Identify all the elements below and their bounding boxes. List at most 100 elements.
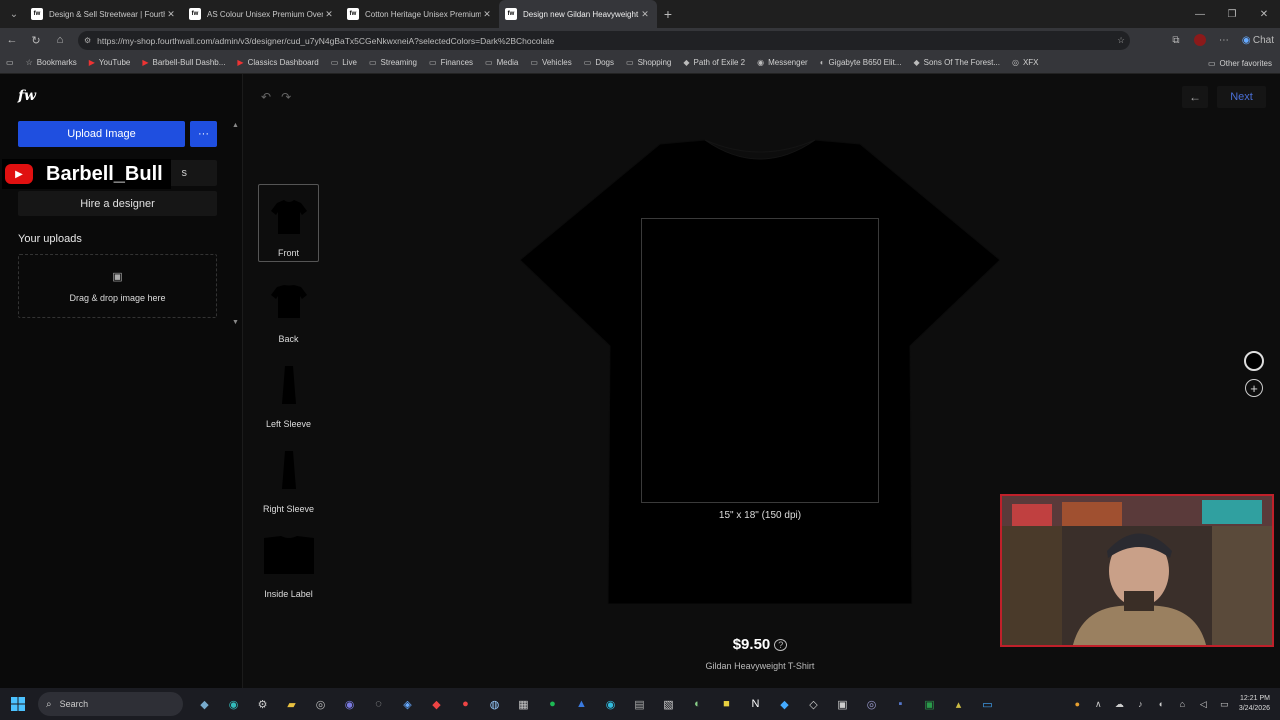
bookmark-item[interactable]: ◉ Messenger bbox=[751, 52, 814, 73]
scroll-up-icon[interactable]: ▲ bbox=[232, 122, 239, 129]
cloud-icon[interactable]: ☁ bbox=[1109, 699, 1130, 710]
bookmark-item[interactable]: ▭ Vehicles bbox=[524, 52, 577, 73]
microphone-icon[interactable]: ♪ bbox=[1130, 699, 1151, 709]
app-icon[interactable]: ◎ bbox=[306, 698, 335, 711]
menu-icon[interactable]: ⋯ bbox=[1212, 35, 1236, 46]
browser-tab[interactable]: fw Design new Gildan Heavyweight T- ✕ bbox=[499, 0, 657, 28]
scroll-down-icon[interactable]: ▼ bbox=[232, 319, 239, 326]
bookmark-item[interactable]: ◎ XFX bbox=[1006, 52, 1045, 73]
url-input[interactable]: ⚙ https://my-shop.fourthwall.com/admin/v… bbox=[78, 31, 1130, 50]
view-front[interactable]: Front bbox=[258, 184, 319, 262]
profile-avatar[interactable] bbox=[1193, 34, 1206, 46]
close-tab-icon[interactable]: ✕ bbox=[481, 9, 493, 20]
info-icon[interactable]: ? bbox=[774, 639, 788, 652]
app-icon[interactable]: Ν bbox=[741, 698, 770, 710]
view-right-sleeve[interactable]: Right Sleeve bbox=[258, 439, 319, 517]
bookmark-item[interactable]: ◆ Sons Of The Forest... bbox=[907, 52, 1005, 73]
copilot-chat-button[interactable]: ◉ Chat bbox=[1236, 35, 1280, 46]
print-area[interactable] bbox=[641, 218, 879, 503]
bookmark-item[interactable]: ◆ Path of Exile 2 bbox=[677, 52, 751, 73]
more-options-icon[interactable]: ··· bbox=[190, 121, 217, 147]
reload-icon[interactable]: ↻ bbox=[24, 28, 48, 52]
browser-tab[interactable]: fw Design & Sell Streetwear | Fourthw ✕ bbox=[25, 0, 183, 28]
other-favorites[interactable]: ▭ Other favorites bbox=[1208, 52, 1280, 73]
app-icon[interactable]: ◇ bbox=[799, 698, 828, 711]
bookmark-item[interactable]: ◐ Gigabyte B650 Elit... bbox=[814, 52, 908, 73]
undo-icon[interactable]: ↶ bbox=[261, 90, 271, 104]
color-swatch-selected[interactable] bbox=[1244, 351, 1264, 371]
site-info-icon[interactable]: ⚙ bbox=[84, 36, 91, 45]
view-left-sleeve[interactable]: Left Sleeve bbox=[258, 354, 319, 432]
bookmark-item[interactable]: ▭ Streaming bbox=[363, 52, 423, 73]
app-icon[interactable]: ▧ bbox=[654, 698, 683, 711]
clock[interactable]: 12:21 PM 3/24/2026 bbox=[1235, 694, 1280, 714]
hire-designer-button[interactable]: Hire a designer bbox=[18, 191, 217, 216]
bookmark-item[interactable]: ▭ Media bbox=[479, 52, 524, 73]
app-icon[interactable]: ◆ bbox=[422, 698, 451, 711]
close-tab-icon[interactable]: ✕ bbox=[323, 9, 335, 20]
spotify-icon[interactable]: ● bbox=[538, 698, 567, 710]
home-icon[interactable]: ⌂ bbox=[48, 28, 72, 52]
chevron-up-icon[interactable]: ∧ bbox=[1088, 699, 1109, 710]
next-button[interactable]: Next bbox=[1217, 86, 1266, 108]
excel-icon[interactable]: ▣ bbox=[915, 698, 944, 711]
redo-icon[interactable]: ↷ bbox=[281, 90, 291, 104]
app-icon[interactable]: ◎ bbox=[857, 698, 886, 711]
bookmarks-sidebar-icon[interactable]: ▭ bbox=[0, 52, 20, 73]
volume-icon[interactable]: ◁ bbox=[1193, 699, 1214, 710]
add-color-icon[interactable]: + bbox=[1245, 379, 1263, 397]
edge-icon[interactable]: ◉ bbox=[219, 698, 248, 711]
battery-icon[interactable]: ▭ bbox=[1214, 699, 1235, 710]
view-back[interactable]: Back bbox=[258, 269, 319, 347]
bookmark-item[interactable]: ▶ YouTube bbox=[83, 52, 137, 73]
app-tray-icon[interactable]: ◐ bbox=[1151, 699, 1172, 709]
close-tab-icon[interactable]: ✕ bbox=[165, 9, 177, 20]
app-icon[interactable]: ▦ bbox=[509, 698, 538, 711]
maximize-icon[interactable]: ❐ bbox=[1216, 0, 1248, 28]
bookmark-item[interactable]: ▭ Finances bbox=[423, 52, 479, 73]
app-icon[interactable]: ▣ bbox=[828, 698, 857, 711]
extensions-icon[interactable]: ⧉ bbox=[1164, 35, 1188, 46]
scrollbar[interactable]: ▲ ▼ bbox=[232, 122, 240, 326]
browser-tab[interactable]: fw Cotton Heritage Unisex Premium ✕ bbox=[341, 0, 499, 28]
bookmark-item[interactable]: ▭ Shopping bbox=[620, 52, 677, 73]
windows-start-icon[interactable] bbox=[0, 688, 36, 720]
app-icon[interactable]: ◉ bbox=[596, 698, 625, 711]
view-inside-label[interactable]: Inside Label bbox=[258, 524, 319, 602]
app-icon[interactable]: ◈ bbox=[393, 698, 422, 711]
app-icon[interactable]: ◌ bbox=[364, 698, 393, 710]
bookmark-item[interactable]: ☆ Bookmarks bbox=[20, 52, 83, 73]
close-tab-icon[interactable]: ✕ bbox=[639, 9, 651, 20]
bookmark-item[interactable]: ▭ Live bbox=[325, 52, 363, 73]
app-icon[interactable]: ▭ bbox=[973, 698, 1002, 711]
network-icon[interactable]: ⌂ bbox=[1172, 699, 1193, 709]
bookmark-item[interactable]: ▭ Dogs bbox=[578, 52, 620, 73]
calculator-icon[interactable]: ▤ bbox=[625, 698, 654, 711]
app-icon[interactable]: ◐ bbox=[683, 698, 712, 710]
copilot-icon[interactable]: ◆ bbox=[190, 698, 219, 711]
notes-icon[interactable]: ■ bbox=[712, 698, 741, 710]
back-arrow-icon[interactable]: ← bbox=[1182, 86, 1208, 108]
app-icon[interactable]: ▲ bbox=[567, 698, 596, 710]
maps-icon[interactable]: ● bbox=[451, 698, 480, 710]
image-dropzone[interactable]: ▣ Drag & drop image here bbox=[18, 254, 217, 318]
notification-app-icon[interactable]: ● bbox=[1067, 699, 1088, 709]
app-icon[interactable]: ▪ bbox=[886, 698, 915, 710]
minimize-icon[interactable]: — bbox=[1184, 0, 1216, 28]
bookmark-item[interactable]: ▶ Barbell-Bull Dashb... bbox=[136, 52, 231, 73]
steam-icon[interactable]: ◍ bbox=[480, 698, 509, 711]
app-icon[interactable]: ◆ bbox=[770, 698, 799, 711]
discord-icon[interactable]: ◉ bbox=[335, 698, 364, 711]
file-explorer-icon[interactable]: ▰ bbox=[277, 698, 306, 711]
bookmark-star-icon[interactable]: ☆ bbox=[1112, 35, 1130, 46]
upload-image-button[interactable]: Upload Image bbox=[18, 121, 185, 147]
back-icon[interactable]: ← bbox=[0, 28, 24, 52]
bookmark-item[interactable]: ▶ Classics Dashboard bbox=[231, 52, 324, 73]
fourthwall-logo[interactable]: fw bbox=[18, 88, 36, 104]
new-tab-button[interactable]: + bbox=[657, 6, 679, 22]
close-window-icon[interactable]: ✕ bbox=[1248, 0, 1280, 28]
settings-icon[interactable]: ⚙ bbox=[248, 698, 277, 711]
app-icon[interactable]: ▴ bbox=[944, 698, 973, 711]
taskbar-search[interactable]: ⌕ Search bbox=[38, 692, 183, 716]
browser-tab[interactable]: fw AS Colour Unisex Premium Overs ✕ bbox=[183, 0, 341, 28]
